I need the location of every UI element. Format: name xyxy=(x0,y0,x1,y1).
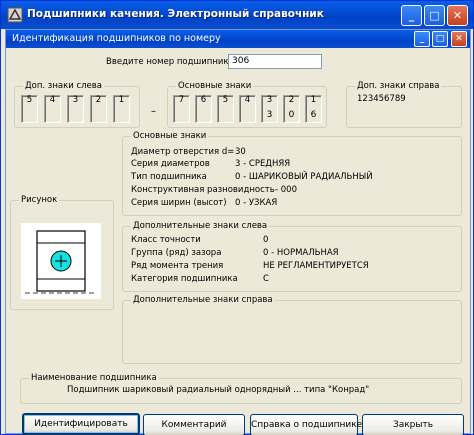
main-digit-box: 5 xyxy=(217,95,234,123)
info-value: 0 - ШАРИКОВЫЙ РАДИАЛЬНЫЙ xyxy=(235,172,373,182)
main-digit-box: 4 xyxy=(239,95,256,123)
info-label: Ряд момента трения xyxy=(131,261,224,271)
right-extra-digits: 123456789 xyxy=(357,94,406,104)
info-value: 0 - УЗКАЯ xyxy=(235,198,278,208)
dialog-titlebar[interactable]: Идентификация подшипников по номеру _ □ … xyxy=(6,30,470,48)
main-info-legend: Основные знаки xyxy=(131,131,209,141)
main-digit-box: 6 xyxy=(195,95,212,123)
close-button[interactable]: Закрыть xyxy=(362,414,464,435)
left-extra-signs-group: Доп. знаки слева 5 4 3 2 1 xyxy=(14,81,140,128)
info-label: Категория подшипника xyxy=(131,274,238,284)
picture-group: Рисунок xyxy=(10,195,114,310)
bearing-drawing xyxy=(21,223,101,299)
left-extra-signs-legend: Доп. знаки слева xyxy=(23,81,105,91)
info-value: С xyxy=(263,274,269,284)
digit-position-label: 7 xyxy=(178,95,185,105)
bearing-app-icon xyxy=(7,7,23,23)
left-extra-digit-box: 3 xyxy=(67,95,84,123)
info-value: 30 xyxy=(235,147,246,157)
left-extra-digit-box: 2 xyxy=(90,95,107,123)
bearing-name-text: Подшипник шариковый радиальный однорядны… xyxy=(67,385,370,395)
digit-value: 0 xyxy=(288,110,295,120)
digit-position-label: 5 xyxy=(26,95,33,105)
digit-position-label: 1 xyxy=(310,95,317,105)
number-input-label: Введите номер подшипника xyxy=(106,57,234,67)
picture-legend: Рисунок xyxy=(19,195,60,205)
right-info-legend: Дополнительные знаки справа xyxy=(131,295,275,305)
left-extra-digit-box: 5 xyxy=(21,95,38,123)
comment-button[interactable]: Комментарий xyxy=(143,414,245,435)
bearing-name-legend: Наименование подшипника xyxy=(29,373,159,383)
bearing-number-value: 306 xyxy=(232,56,250,66)
right-info-group: Дополнительные знаки справа xyxy=(122,295,462,364)
app-title: Подшипники качения. Электронный справочн… xyxy=(27,8,324,20)
maximize-button[interactable]: □ xyxy=(424,5,445,26)
digit-position-label: 6 xyxy=(200,95,207,105)
dialog-minimize-button[interactable]: _ xyxy=(414,31,430,47)
left-info-group: Дополнительные знаки слева Класс точност… xyxy=(122,221,462,292)
info-label: Серия ширин (высот) xyxy=(131,198,227,208)
right-extra-signs-group: Доп. знаки справа 123456789 xyxy=(346,81,462,128)
main-signs-group: Основные знаки 7 6 5 4 33 20 16 xyxy=(167,81,327,128)
digit-position-label: 3 xyxy=(72,95,79,105)
bearing-name-group: Наименование подшипника Подшипник шарико… xyxy=(20,373,462,404)
left-info-legend: Дополнительные знаки слева xyxy=(131,221,270,231)
info-label: Серия диаметров xyxy=(131,159,210,169)
main-digit-box: 7 xyxy=(173,95,190,123)
close-app-button[interactable]: ✕ xyxy=(447,5,468,26)
dialog-close-button[interactable]: ✕ xyxy=(451,31,467,47)
digit-position-label: 5 xyxy=(222,95,229,105)
main-digit-box: 16 xyxy=(305,95,322,123)
info-value: 3 - СРЕДНЯЯ xyxy=(235,159,291,169)
info-label: Группа (ряд) зазора xyxy=(131,248,222,258)
left-extra-digit-box: 1 xyxy=(113,95,130,123)
info-value: - 000 xyxy=(275,185,297,195)
separator-dash: – xyxy=(151,106,156,117)
digit-position-label: 2 xyxy=(288,95,295,105)
digit-position-label: 3 xyxy=(266,95,273,105)
dialog-maximize-button[interactable]: □ xyxy=(432,31,448,47)
main-digit-box: 20 xyxy=(283,95,300,123)
digit-position-label: 2 xyxy=(95,95,102,105)
app-titlebar[interactable]: Подшипники качения. Электронный справочн… xyxy=(1,1,473,29)
left-extra-digit-box: 4 xyxy=(44,95,61,123)
info-label: Диаметр отверстия d= xyxy=(131,147,235,157)
digit-value: 6 xyxy=(310,110,317,120)
info-value: 0 xyxy=(263,235,269,245)
info-label: Конструктивная разновидность xyxy=(131,185,275,195)
digit-value: 3 xyxy=(266,110,273,120)
info-value: НЕ РЕГЛАМЕНТИРУЕТСЯ xyxy=(263,261,369,271)
digit-position-label: 4 xyxy=(244,95,251,105)
main-info-group: Основные знаки Диаметр отверстия d= 30 С… xyxy=(122,131,462,216)
info-label: Тип подшипника xyxy=(131,172,207,182)
info-value: 0 - НОРМАЛЬНАЯ xyxy=(263,248,339,258)
right-extra-signs-legend: Доп. знаки справа xyxy=(355,81,442,91)
info-label: Класс точности xyxy=(131,235,201,245)
app-window: Подшипники качения. Электронный справочн… xyxy=(0,0,474,435)
main-signs-legend: Основные знаки xyxy=(176,81,254,91)
bearing-number-input[interactable]: 306 xyxy=(228,54,322,69)
main-digit-box: 33 xyxy=(261,95,278,123)
digit-position-label: 1 xyxy=(118,95,125,105)
bearing-reference-button[interactable]: Справка о подшипнике xyxy=(250,414,362,435)
minimize-button[interactable]: _ xyxy=(401,5,422,26)
dialog-title: Идентификация подшипников по номеру xyxy=(12,33,221,44)
identify-button[interactable]: Идентифицировать xyxy=(22,413,140,435)
identification-dialog: Идентификация подшипников по номеру _ □ … xyxy=(5,29,471,435)
digit-position-label: 4 xyxy=(49,95,56,105)
